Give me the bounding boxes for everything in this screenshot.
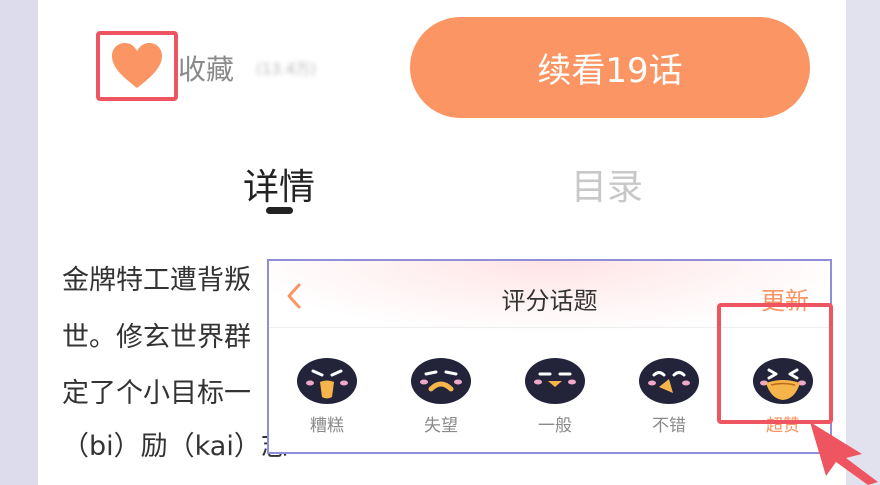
rating-label: 失望 bbox=[424, 416, 458, 436]
tab-catalog[interactable]: 目录 bbox=[571, 158, 643, 210]
happy-penguin-icon bbox=[639, 358, 699, 404]
tab-details[interactable]: 详情 bbox=[243, 158, 315, 210]
description-line: 定了个小目标一 bbox=[62, 378, 251, 409]
favorite-label[interactable]: 收藏 bbox=[178, 48, 234, 88]
sad-penguin-icon bbox=[411, 358, 471, 404]
favorite-count: (13.4万) bbox=[256, 60, 317, 78]
rating-option-good[interactable]: 不错 bbox=[629, 353, 709, 443]
angry-penguin-icon bbox=[297, 358, 357, 404]
description-line: 金牌特工遭背叛 bbox=[62, 265, 251, 296]
description-line: （bi）励（kai）志 bbox=[62, 431, 288, 462]
rating-option-disappointed[interactable]: 失望 bbox=[401, 353, 481, 443]
neutral-penguin-icon bbox=[525, 358, 585, 404]
pointer-arrow-icon bbox=[810, 422, 878, 485]
description-line: 世。修玄世界群 bbox=[62, 322, 251, 353]
selected-rating-highlight-box bbox=[717, 303, 833, 424]
continue-reading-button[interactable]: 续看19话 bbox=[410, 17, 810, 118]
rating-label: 糟糕 bbox=[310, 416, 344, 436]
rating-label: 不错 bbox=[652, 416, 686, 436]
active-tab-indicator bbox=[266, 207, 293, 214]
background-strip bbox=[846, 0, 880, 485]
rating-option-neutral[interactable]: 一般 bbox=[515, 353, 595, 443]
heart-icon[interactable] bbox=[110, 42, 164, 90]
rating-label: 一般 bbox=[538, 416, 572, 436]
rating-option-terrible[interactable]: 糟糕 bbox=[287, 353, 367, 443]
